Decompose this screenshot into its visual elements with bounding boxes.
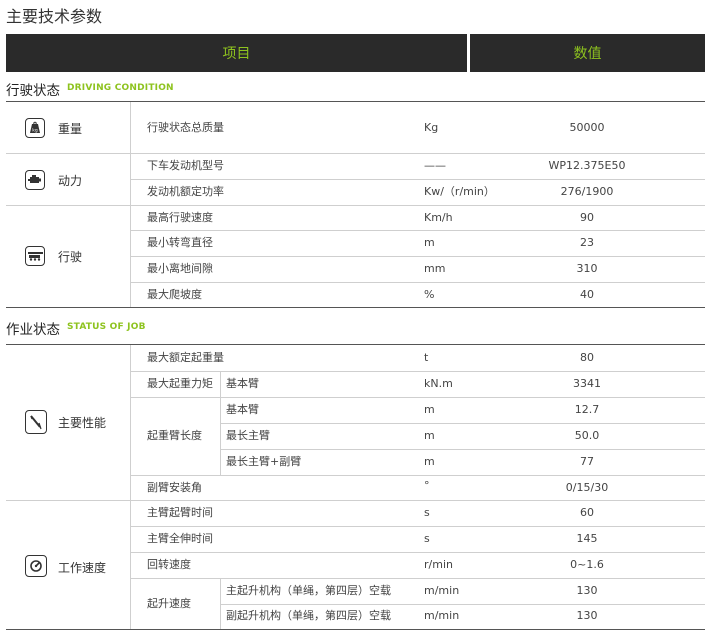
section-subtitle-job: STATUS OF JOB [67, 322, 146, 332]
page-title: 主要技术参数 [6, 7, 103, 26]
row-divider [6, 205, 705, 206]
param-value: 23 [580, 236, 594, 249]
param-value: 3341 [573, 377, 601, 390]
kg-weight-icon: kg [25, 118, 45, 138]
row-divider [131, 256, 705, 257]
param-value: 276/1900 [560, 185, 614, 198]
param-value: 130 [576, 584, 598, 597]
param-value: 50000 [569, 121, 605, 134]
category-weight: 重量 [58, 122, 83, 136]
param-name: 最大额定起重量 [147, 351, 224, 364]
group-label-boom-length: 起重臂长度 [147, 429, 202, 442]
row-divider [131, 578, 705, 579]
crane-boom-icon [25, 410, 47, 434]
param-unit: r/min [424, 558, 453, 571]
param-name: 回转速度 [147, 558, 191, 571]
svg-text:kg: kg [32, 128, 38, 134]
param-unit: mm [424, 262, 446, 275]
param-unit: —— [424, 159, 446, 172]
group-label-hoist-speed: 起升速度 [147, 597, 191, 610]
param-name: 行驶状态总质量 [147, 121, 224, 134]
param-unit: m/min [424, 609, 460, 622]
section-title-driving: 行驶状态 [6, 83, 60, 99]
param-unit: m [424, 236, 435, 249]
param-value: 12.7 [574, 403, 600, 416]
row-divider [131, 282, 705, 283]
param-name: 最长主臂 [226, 429, 270, 442]
param-name: 副臂安装角 [147, 481, 202, 494]
param-name: 主起升机构（单绳，第四层）空载 [226, 584, 391, 597]
param-value: 145 [576, 532, 598, 545]
param-unit: m [424, 455, 435, 468]
row-divider [131, 179, 705, 180]
row-divider [131, 475, 705, 476]
param-value: 0/15/30 [565, 481, 609, 494]
section-divider [6, 629, 705, 630]
param-unit: % [424, 288, 435, 301]
header-value-column: 数值 [470, 34, 705, 72]
category-driving: 行驶 [58, 250, 83, 264]
row-divider [221, 423, 705, 424]
category-performance: 主要性能 [58, 416, 107, 430]
param-name: 主臂起臂时间 [147, 506, 213, 519]
category-speed: 工作速度 [58, 561, 107, 575]
speedometer-icon [25, 555, 47, 577]
param-name: 最长主臂+副臂 [226, 455, 302, 468]
param-name: 最小转弯直径 [147, 236, 213, 249]
param-value: 90 [580, 211, 594, 224]
row-divider [131, 230, 705, 231]
engine-icon [25, 170, 45, 190]
truck-icon [25, 246, 45, 266]
section-title-job: 作业状态 [6, 322, 60, 338]
param-name: 最大爬坡度 [147, 288, 202, 301]
header-item-column: 项目 [6, 34, 467, 72]
param-value: 0~1.6 [570, 558, 604, 571]
param-value: 60 [580, 506, 594, 519]
param-name: 基本臂 [226, 403, 259, 416]
param-unit: Kw/（r/min） [424, 185, 495, 198]
param-value: 40 [580, 288, 594, 301]
param-value: 50.0 [574, 429, 600, 442]
row-divider [221, 449, 705, 450]
section-subtitle-driving: DRIVING CONDITION [67, 83, 174, 93]
param-unit: m/min [424, 584, 460, 597]
param-value: 130 [576, 609, 598, 622]
row-divider [131, 526, 705, 527]
param-name: 下车发动机型号 [147, 159, 224, 172]
param-value: 310 [576, 262, 598, 275]
param-name: 发动机额定功率 [147, 185, 224, 198]
section-divider [6, 344, 705, 345]
row-divider [131, 371, 705, 372]
param-name: 副起升机构（单绳，第四层）空载 [226, 609, 391, 622]
row-divider [6, 153, 705, 154]
param-name: 最高行驶速度 [147, 211, 213, 224]
param-unit: s [424, 506, 430, 519]
param-name: 最小离地间隙 [147, 262, 213, 275]
param-unit: ° [424, 479, 430, 492]
row-divider [221, 604, 705, 605]
param-unit: kN.m [424, 377, 453, 390]
param-unit: m [424, 429, 435, 442]
param-unit: t [424, 351, 429, 364]
column-divider [130, 345, 131, 629]
param-value: WP12.375E50 [548, 159, 626, 172]
param-unit: Km/h [424, 211, 453, 224]
row-divider [131, 552, 705, 553]
param-unit: m [424, 403, 435, 416]
category-power: 动力 [58, 174, 83, 188]
param-value: 77 [580, 455, 594, 468]
row-divider [6, 500, 705, 501]
column-divider [220, 397, 221, 475]
param-name: 基本臂 [226, 377, 259, 390]
param-unit: Kg [424, 121, 439, 134]
param-unit: s [424, 532, 430, 545]
param-value: 80 [580, 351, 594, 364]
section-divider [6, 101, 705, 102]
group-label-max-lift-moment: 最大起重力矩 [147, 377, 213, 390]
param-name: 主臂全伸时间 [147, 532, 213, 545]
section-divider [6, 307, 705, 308]
column-divider [220, 371, 221, 397]
row-divider [131, 397, 705, 398]
